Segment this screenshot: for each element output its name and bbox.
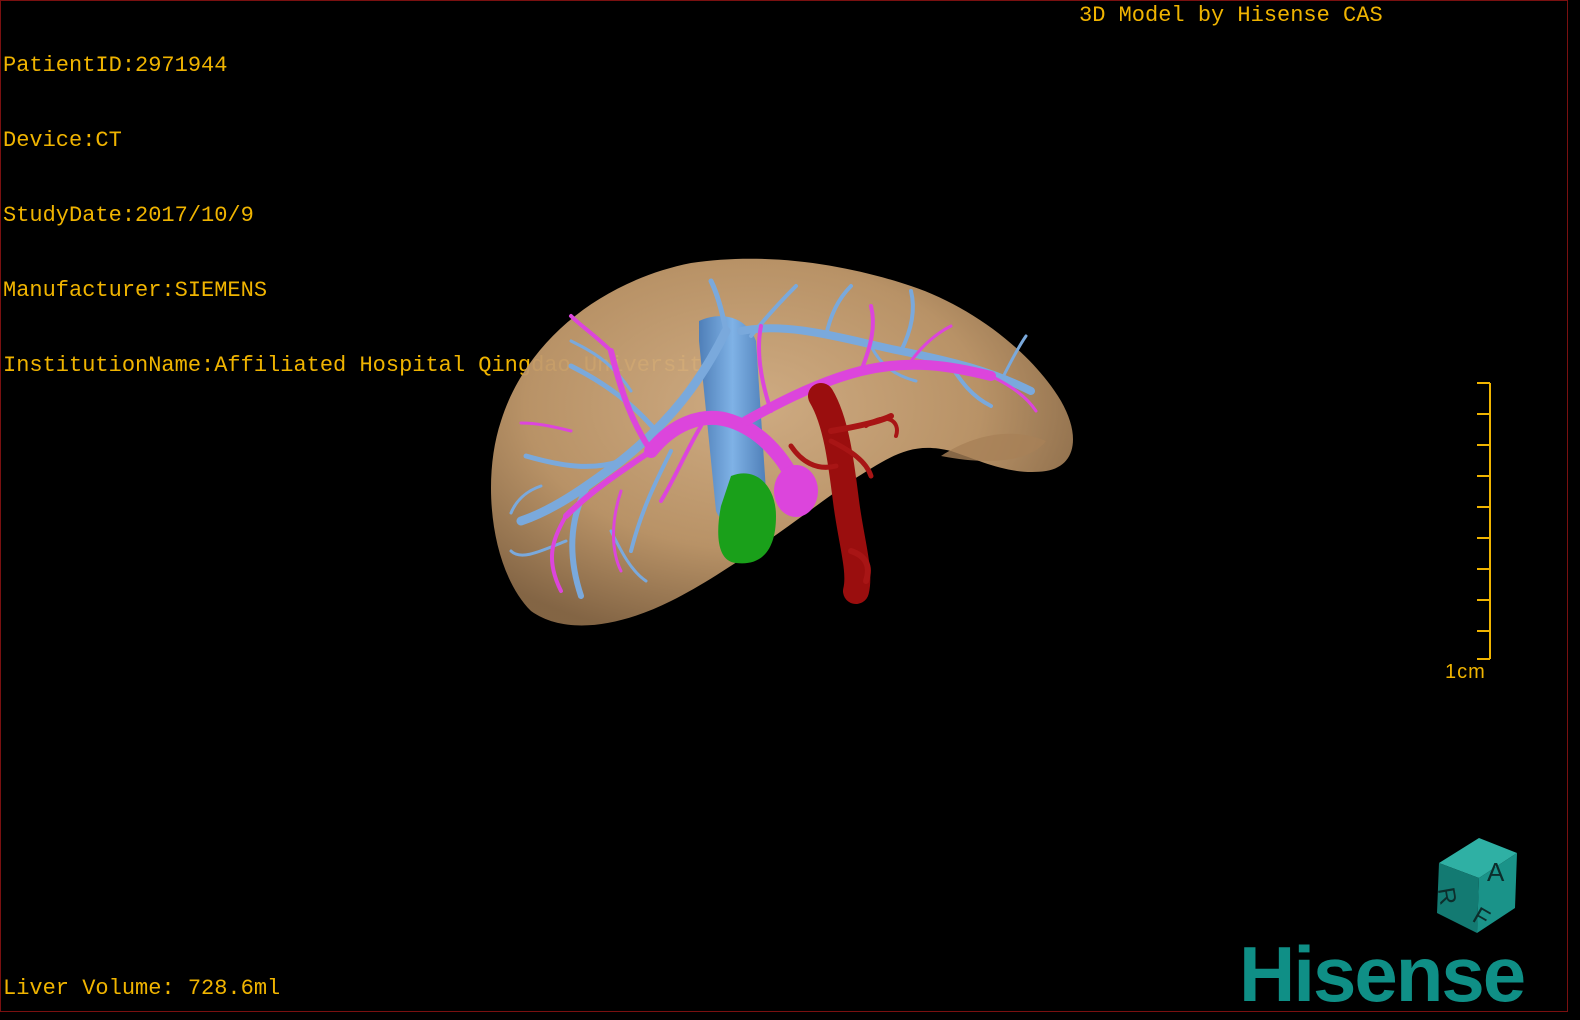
portal-vein-trunk: [774, 465, 818, 517]
liver-3d-model[interactable]: [471, 251, 1091, 641]
patient-id: PatientID:2971944: [3, 53, 228, 78]
hisense-logo: Hisense: [1239, 930, 1526, 1012]
study-date: StudyDate:2017/10/9: [3, 203, 254, 228]
scale-bar: [1477, 382, 1491, 660]
orientation-cube-icon[interactable]: A R F: [1419, 833, 1529, 943]
liver-volume: Liver Volume: 728.6ml: [3, 976, 281, 1001]
device: Device:CT: [3, 128, 122, 153]
3d-viewport[interactable]: PatientID:2971944 Device:CT StudyDate:20…: [0, 0, 1568, 1012]
model-credit: 3D Model by Hisense CAS: [1079, 3, 1383, 28]
scale-label: 1cm: [1445, 661, 1486, 683]
cube-label-a: A: [1487, 857, 1505, 887]
